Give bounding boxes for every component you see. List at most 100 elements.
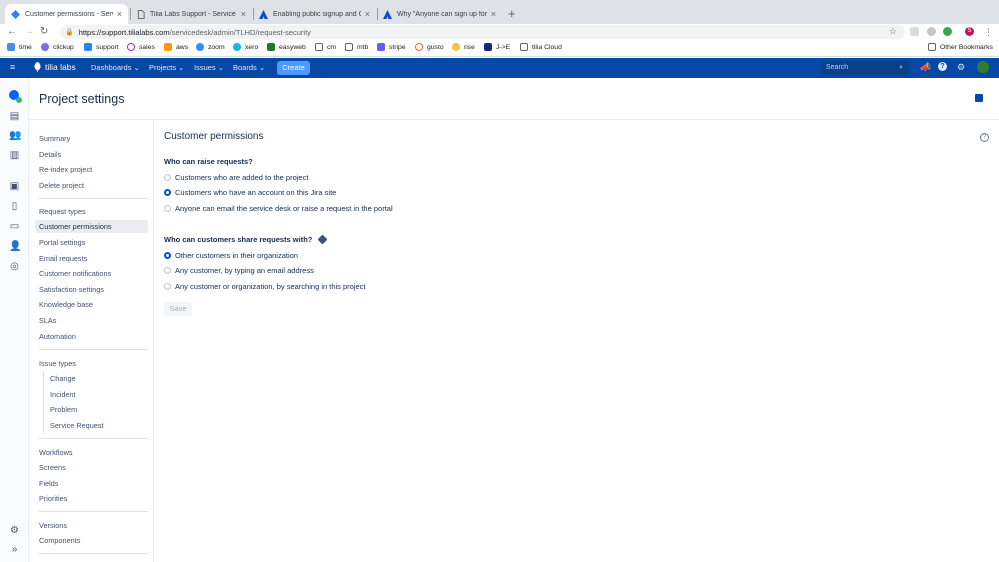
sidebar-item-service-request[interactable]: Service Request <box>50 421 104 430</box>
new-tab-button[interactable]: + <box>508 6 516 21</box>
sidebar-item-versions[interactable]: Versions <box>39 521 67 530</box>
invite-team-icon[interactable]: 👤 <box>9 241 21 252</box>
sidebar-item-request-types[interactable]: Request types <box>39 207 86 216</box>
raise-option-added-to-project[interactable]: Customers who are added to the project <box>164 173 308 182</box>
radio-button[interactable] <box>164 205 171 212</box>
settings-gear-icon[interactable]: ⚙ <box>957 62 965 73</box>
raise-option-anyone[interactable]: Anyone can email the service desk or rai… <box>164 204 393 213</box>
compass-icon[interactable]: ◎ <box>9 261 20 272</box>
bookmark-sales[interactable]: sales <box>127 43 155 51</box>
reload-button[interactable]: ↻ <box>40 26 48 38</box>
portal-icon[interactable]: ▭ <box>9 221 20 232</box>
bookmark-zoom[interactable]: zoom <box>196 43 225 51</box>
bookmark-cm[interactable]: cm <box>315 43 336 51</box>
project-settings-icon[interactable]: ⚙ <box>9 525 20 536</box>
sidebar-item-portal-settings[interactable]: Portal settings <box>39 238 85 247</box>
bookmark-gusto[interactable]: gusto <box>415 43 444 51</box>
sidebar-item-screens[interactable]: Screens <box>39 463 66 472</box>
hamburger-menu-icon[interactable]: ≡ <box>10 62 15 72</box>
tab-close-icon[interactable]: × <box>491 9 496 19</box>
customers-icon[interactable]: 👥 <box>9 130 21 141</box>
address-bar[interactable]: 🔒 https://support.tilialabs.com/serviced… <box>60 25 905 39</box>
knowledge-base-icon[interactable]: ▯ <box>9 201 20 212</box>
bookmark-rise[interactable]: rise <box>452 43 475 51</box>
sidebar-item-workflows[interactable]: Workflows <box>39 448 73 457</box>
sidebar-item-incident[interactable]: Incident <box>50 390 76 399</box>
bookmark-mtb[interactable]: mtb <box>345 43 368 51</box>
feedback-icon[interactable] <box>975 94 983 102</box>
sidebar-item-knowledge-base[interactable]: Knowledge base <box>39 300 93 309</box>
bookmark-stripe[interactable]: stripe <box>377 43 406 51</box>
bookmark-xero[interactable]: xero <box>233 43 258 51</box>
tab-close-icon[interactable]: × <box>117 9 122 19</box>
grammarly-icon[interactable] <box>943 27 952 36</box>
other-bookmarks[interactable]: Other Bookmarks <box>928 43 993 51</box>
sidebar-item-satisfaction-settings[interactable]: Satisfaction settings <box>39 285 104 294</box>
channels-icon[interactable]: ▣ <box>9 181 20 192</box>
back-button[interactable]: ← <box>7 26 17 38</box>
share-option-email-address[interactable]: Any customer, by typing an email address <box>164 266 314 275</box>
expand-sidebar-icon[interactable]: » <box>9 544 20 555</box>
radio-button-selected[interactable] <box>164 252 171 259</box>
extension-icon[interactable] <box>910 27 919 36</box>
sidebar-item-issue-types[interactable]: Issue types <box>39 359 76 368</box>
menu-dashboards[interactable]: Dashboards ⌄ <box>91 63 140 72</box>
sidebar-item-delete-project[interactable]: Delete project <box>39 181 84 190</box>
sidebar-item-change[interactable]: Change <box>50 374 76 383</box>
sidebar-item-customer-notifications[interactable]: Customer notifications <box>39 269 111 278</box>
bookmark-star-icon[interactable]: ☆ <box>889 26 897 37</box>
radio-button-selected[interactable] <box>164 189 171 196</box>
radio-button[interactable] <box>164 283 171 290</box>
sidebar-item-slas[interactable]: SLAs <box>39 316 56 325</box>
browser-tab[interactable]: Why "Anyone can sign up for a × <box>377 4 502 24</box>
tab-close-icon[interactable]: × <box>241 9 246 19</box>
sidebar-item-problem[interactable]: Problem <box>50 405 77 414</box>
reports-icon[interactable]: ▥ <box>9 150 20 161</box>
radio-button[interactable] <box>164 267 171 274</box>
bookmark-time[interactable]: time <box>7 43 32 51</box>
sidebar-item-components[interactable]: Components <box>39 536 80 545</box>
forward-button[interactable]: → <box>24 26 34 38</box>
share-option-organization[interactable]: Other customers in their organization <box>164 251 298 260</box>
help-icon[interactable]: ? <box>938 62 947 71</box>
bookmark-aws[interactable]: aws <box>164 43 188 51</box>
notifications-icon[interactable]: 📣 <box>920 62 931 73</box>
bookmark-j-to-e[interactable]: J->E <box>484 43 510 51</box>
browser-tab[interactable]: Tilia Labs Support - Service Dr × <box>130 4 252 24</box>
help-circle-icon[interactable]: ? <box>980 133 989 142</box>
sidebar-item-customer-permissions[interactable]: Customer permissions <box>35 220 148 233</box>
bookmark-easyweb[interactable]: easyweb <box>267 43 306 51</box>
bookmark-support[interactable]: support <box>84 43 119 51</box>
search-input[interactable]: Search ⌕ <box>821 61 909 75</box>
folder-icon <box>7 43 15 51</box>
bookmark-clickup[interactable]: clickup <box>41 43 74 51</box>
sidebar-item-email-requests[interactable]: Email requests <box>39 254 87 263</box>
info-icon[interactable] <box>317 234 328 245</box>
project-avatar-icon[interactable] <box>8 89 22 103</box>
user-avatar[interactable] <box>977 61 989 73</box>
sidebar-item-reindex[interactable]: Re-index project <box>39 165 92 174</box>
share-option-search-project[interactable]: Any customer or organization, by searchi… <box>164 282 366 291</box>
content-title: Customer permissions <box>164 131 264 142</box>
extension-icon[interactable] <box>927 27 936 36</box>
browser-tab-active[interactable]: Customer permissions - Servi × <box>5 4 128 24</box>
menu-boards[interactable]: Boards ⌄ <box>233 63 265 72</box>
radio-button[interactable] <box>164 174 171 181</box>
browser-tab[interactable]: Enabling public signup and CAF × <box>253 4 376 24</box>
sidebar-item-fields[interactable]: Fields <box>39 479 58 488</box>
sidebar-item-priorities[interactable]: Priorities <box>39 494 67 503</box>
raise-option-jira-account[interactable]: Customers who have an account on this Ji… <box>164 188 336 197</box>
sidebar-item-details[interactable]: Details <box>39 150 61 159</box>
tab-close-icon[interactable]: × <box>365 9 370 19</box>
browser-menu-icon[interactable]: ⋮ <box>984 26 993 38</box>
create-button[interactable]: Create <box>277 61 310 75</box>
sidebar-item-summary[interactable]: Summary <box>39 134 70 143</box>
tilia-labs-logo[interactable]: tilia labs <box>33 62 76 72</box>
sidebar-item-automation[interactable]: Automation <box>39 332 76 341</box>
menu-issues[interactable]: Issues ⌄ <box>194 63 224 72</box>
queues-icon[interactable]: ▤ <box>9 111 20 122</box>
bookmark-tilia-cloud[interactable]: tilia Cloud <box>520 43 562 51</box>
menu-projects[interactable]: Projects ⌄ <box>149 63 184 72</box>
profile-avatar[interactable]: S <box>965 27 974 36</box>
save-button[interactable]: Save <box>164 302 192 316</box>
